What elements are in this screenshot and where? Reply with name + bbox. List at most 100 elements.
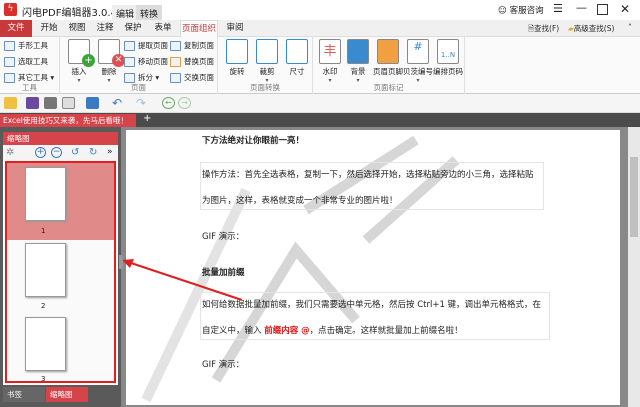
rotate-left-icon[interactable]: ↺ xyxy=(71,147,79,158)
crop-button[interactable]: 裁剪 ▾ xyxy=(250,39,284,84)
copy-page-label: 复制页面 xyxy=(184,41,214,50)
back-icon[interactable]: ← xyxy=(162,97,175,109)
thumbnail-panel-header: 缩略图 xyxy=(3,132,118,145)
advanced-find-button[interactable]: ▰高级查找(S) xyxy=(568,23,614,34)
page-number-label: 编排页码 xyxy=(433,67,463,76)
bates-button[interactable]: # 贝茨编号 ▾ xyxy=(401,39,435,84)
tab-bookmarks[interactable]: 书签 xyxy=(3,387,45,402)
tab-annotate[interactable]: 注释 xyxy=(92,20,118,37)
tab-start[interactable]: 开始 xyxy=(36,20,62,37)
undo-icon[interactable]: ↶ xyxy=(112,96,122,110)
hand-tool-button[interactable]: 手形工具 xyxy=(4,39,48,53)
split-label: 拆分 xyxy=(138,73,153,82)
select-tool-label: 选取工具 xyxy=(18,57,48,66)
open-icon[interactable] xyxy=(4,97,17,109)
rotate-icon xyxy=(226,39,248,64)
vertical-scrollbar[interactable] xyxy=(628,127,640,407)
tab-page-organize[interactable]: 页面组织 xyxy=(180,20,218,37)
crop-icon xyxy=(256,39,278,64)
extract-page-icon xyxy=(124,41,135,51)
close-button[interactable]: ✕ xyxy=(620,2,630,16)
header-footer-icon xyxy=(377,39,399,64)
extract-page-label: 提取页面 xyxy=(138,41,168,50)
replace-page-button[interactable]: 替换页面 xyxy=(170,55,214,69)
tab-review[interactable]: 审阅 xyxy=(222,20,248,37)
document-tabs: Excel使用技巧又来袭，先马后看哦！ + xyxy=(0,113,640,127)
size-label: 尺寸 xyxy=(289,67,305,76)
group-pages: + 插入 ▾ ✕ 删除 ▾ 提取页面 移动页面 拆分 ▾ 复制页面 替换页面 交换页面 … xyxy=(60,37,218,94)
copy-page-button[interactable]: 复制页面 xyxy=(170,39,214,53)
tab-view[interactable]: 视图 xyxy=(64,20,90,37)
delete-button[interactable]: ✕ 删除 ▾ xyxy=(92,39,126,84)
paragraph-line: 为图片，这样，表格就变成一个非常专业的图片啦！ xyxy=(202,196,398,206)
zoom-out-icon[interactable]: − xyxy=(51,147,62,158)
rotate-button[interactable]: 旋转 xyxy=(220,39,254,77)
gear-icon[interactable]: ✲ xyxy=(6,147,14,158)
more-icon[interactable]: » xyxy=(107,147,113,157)
insert-page-icon: + xyxy=(68,39,95,67)
move-page-button[interactable]: 移动页面 xyxy=(124,55,168,69)
hand-icon xyxy=(4,41,15,51)
header-footer-button[interactable]: 页眉页脚 xyxy=(371,39,405,77)
other-tools-label: 其它工具 xyxy=(18,73,48,82)
move-page-icon xyxy=(124,57,135,67)
scrollbar-thumb[interactable] xyxy=(630,157,638,237)
tab-thumbnails[interactable]: 缩略图 xyxy=(46,387,88,402)
crop-label: 裁剪 xyxy=(259,67,275,76)
context-tab-edit[interactable]: 编辑 xyxy=(112,5,139,20)
watermark-icon: 丰 xyxy=(319,39,341,64)
panel-splitter-handle[interactable] xyxy=(119,255,123,269)
hand-tool-label: 手形工具 xyxy=(18,41,48,50)
support-label: 客服咨询 xyxy=(509,6,544,16)
move-page-label: 移动页面 xyxy=(138,57,168,66)
replace-page-icon xyxy=(170,57,181,67)
forward-icon[interactable]: → xyxy=(178,97,191,109)
zoom-in-icon[interactable]: + xyxy=(35,147,46,158)
group-label: 工具 xyxy=(22,83,37,92)
select-tool-button[interactable]: 选取工具 xyxy=(4,55,48,69)
extract-page-button[interactable]: 提取页面 xyxy=(124,39,168,53)
save-icon[interactable] xyxy=(26,97,39,109)
rotate-right-icon[interactable]: ↻ xyxy=(89,147,97,158)
size-button[interactable]: 尺寸 xyxy=(280,39,314,77)
resize-icon xyxy=(286,39,308,64)
scan-icon[interactable] xyxy=(86,97,99,109)
tab-bookmarks-label: 书签 xyxy=(7,390,22,399)
tab-file[interactable]: 文件 xyxy=(0,20,32,37)
minimize-button[interactable]: — xyxy=(576,1,587,14)
document-tab[interactable]: Excel使用技巧又来袭，先马后看哦！ xyxy=(0,114,136,127)
find-button[interactable]: 🗎查找(F) xyxy=(528,23,559,36)
swap-page-label: 交换页面 xyxy=(184,73,214,82)
gif-label: GIF 演示： xyxy=(202,232,245,242)
annotation-highlight-box xyxy=(5,161,116,383)
paragraph-line: 自定义中，输入 前缀内容 @，点击确定。这样就批量加上前缀名啦！ xyxy=(202,324,463,336)
bates-label: 贝茨编号 xyxy=(403,67,433,76)
group-tools: 手形工具 选取工具 其它工具 ▾ 工具 xyxy=(0,37,60,94)
email-icon[interactable] xyxy=(62,97,75,109)
insert-label: 插入 xyxy=(71,67,87,76)
menu-icon[interactable]: ☰ xyxy=(553,2,563,15)
text-select-icon xyxy=(4,57,15,67)
background-label: 背景 xyxy=(350,67,366,76)
support-button[interactable]: ☺ 客服咨询 xyxy=(498,4,544,16)
panel-title: 缩略图 xyxy=(7,134,30,143)
new-tab-button[interactable]: + xyxy=(143,113,151,124)
replace-page-label: 替换页面 xyxy=(184,57,214,66)
collapse-ribbon-icon[interactable]: ˄ xyxy=(628,23,632,32)
background-button[interactable]: 背景 ▾ xyxy=(341,39,375,84)
tab-form[interactable]: 表单 xyxy=(150,20,176,37)
group-page-marks: 丰水印 ▾ 背景 ▾ 页眉页脚 # 贝茨编号 ▾ 1..N 编排页码 页面标记 xyxy=(313,37,465,94)
group-label: 页面标记 xyxy=(373,83,404,92)
watermark-label: 水印 xyxy=(322,67,338,76)
page-number-button[interactable]: 1..N 编排页码 xyxy=(431,39,465,77)
context-tab-convert[interactable]: 转换 xyxy=(136,5,163,20)
maximize-button[interactable] xyxy=(597,4,608,15)
app-logo-icon: ϟ xyxy=(4,3,17,16)
gif-label: GIF 演示： xyxy=(202,360,245,370)
tab-protect[interactable]: 保护 xyxy=(120,20,146,37)
redo-icon[interactable]: ↷ xyxy=(136,96,146,110)
insert-button[interactable]: + 插入 ▾ xyxy=(62,39,96,84)
rotate-label: 旋转 xyxy=(229,67,245,76)
print-icon[interactable] xyxy=(44,97,57,109)
smiley-icon: ☺ xyxy=(498,6,507,16)
